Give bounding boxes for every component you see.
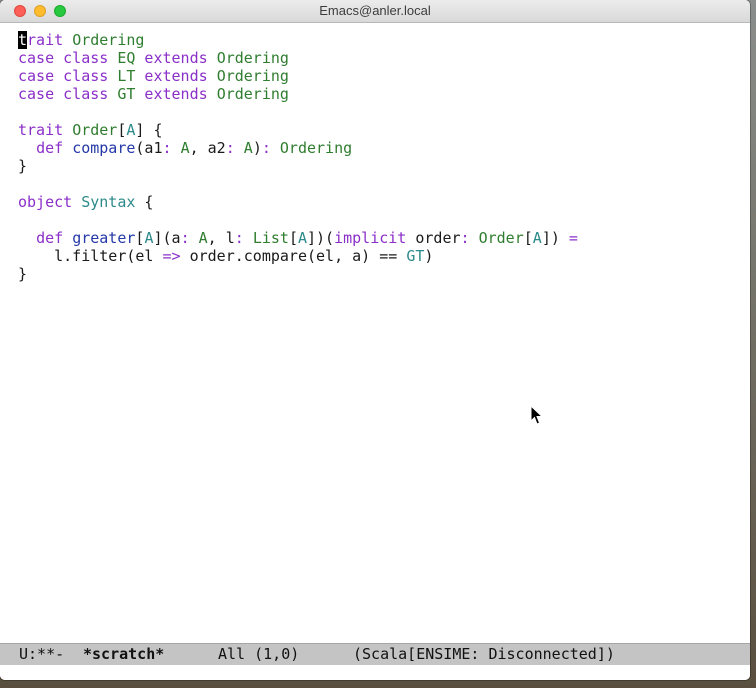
code-text[interactable]: trait Ordering case class EQ extends Orde… (18, 31, 578, 283)
code-token: ])( (307, 229, 335, 247)
code-token: = (568, 229, 578, 247)
code-token: case class (18, 85, 118, 103)
code-token: ]) (541, 229, 569, 247)
code-token: greater (72, 229, 136, 247)
code-line[interactable] (18, 211, 578, 229)
code-token: Syntax (81, 193, 136, 211)
code-token: EQ (117, 49, 136, 67)
code-token: case class (18, 67, 118, 85)
code-token: def (36, 139, 73, 157)
code-token: : (225, 139, 244, 157)
code-line[interactable]: l.filter(el => order.compare(el, a) == G… (18, 247, 578, 265)
code-token: A (243, 139, 253, 157)
code-token: Ordering (216, 49, 289, 67)
code-token: [ (288, 229, 298, 247)
code-line[interactable]: } (18, 265, 578, 283)
code-token: extends (135, 67, 217, 85)
code-token: trait (18, 121, 73, 139)
editor-buffer[interactable]: trait Ordering case class EQ extends Orde… (0, 23, 750, 643)
code-line[interactable] (18, 175, 578, 193)
code-token: List (252, 229, 289, 247)
code-token: ) (252, 139, 262, 157)
code-line[interactable]: object Syntax { (18, 193, 578, 211)
code-token: extends (135, 49, 217, 67)
code-token: A (198, 229, 208, 247)
code-token: , a2 (189, 139, 226, 157)
major-mode[interactable]: (Scala[ENSIME: Disconnected]) (353, 644, 615, 665)
code-token: Ordering (72, 31, 145, 49)
code-token: ) (424, 247, 434, 265)
code-token: A (297, 229, 307, 247)
code-token: GT (117, 85, 136, 103)
code-token: , l (207, 229, 235, 247)
code-token: object (18, 193, 82, 211)
code-token: def (36, 229, 73, 247)
code-token: Order (72, 121, 118, 139)
window-title: Emacs@anler.local (319, 3, 431, 18)
code-line[interactable]: trait Order[A] { (18, 121, 578, 139)
code-token: rait (27, 31, 73, 49)
code-token: compare (72, 139, 136, 157)
code-token: GT (406, 247, 425, 265)
code-token: ](a (153, 229, 181, 247)
cursor-position: All (1,0) (218, 645, 300, 663)
code-line[interactable]: case class LT extends Ordering (18, 67, 578, 85)
code-token: A (180, 139, 190, 157)
code-token: { (135, 193, 154, 211)
code-token: (a1 (135, 139, 163, 157)
emacs-window: Emacs@anler.local trait Ordering case cla… (0, 0, 750, 680)
buffer-status: U:**- (19, 645, 65, 663)
buffer-name[interactable]: *scratch* (83, 644, 164, 665)
code-token: : (180, 229, 199, 247)
code-token: order.compare(el, a) == (180, 247, 407, 265)
code-line[interactable]: def greater[A](a: A, l: List[A])(implici… (18, 229, 578, 247)
code-token: Ordering (279, 139, 353, 157)
mode-line[interactable]: U:**- *scratch* All (1,0) (Scala[ENSIME:… (0, 643, 750, 666)
code-line[interactable]: } (18, 157, 578, 175)
code-token: : (162, 139, 181, 157)
code-token: extends (135, 85, 217, 103)
code-token: A (532, 229, 542, 247)
code-token: : (460, 229, 479, 247)
code-token: : (234, 229, 253, 247)
code-token: } (18, 265, 28, 283)
code-token: } (18, 157, 28, 175)
code-token: implicit (334, 229, 416, 247)
code-token: ] { (135, 121, 163, 139)
code-token: l.filter(el (18, 247, 163, 265)
code-token: case class (18, 49, 118, 67)
mouse-pointer-icon (530, 405, 544, 425)
title-bar[interactable]: Emacs@anler.local (0, 0, 750, 23)
code-line[interactable]: case class GT extends Ordering (18, 85, 578, 103)
code-token: [ (523, 229, 533, 247)
echo-area[interactable] (0, 665, 750, 680)
code-line[interactable] (18, 103, 578, 121)
code-token: Ordering (216, 85, 289, 103)
code-token: : (261, 139, 280, 157)
code-token: Order (478, 229, 524, 247)
code-token: Ordering (216, 67, 289, 85)
code-line[interactable]: trait Ordering (18, 31, 578, 49)
code-token: LT (117, 67, 136, 85)
text-cursor: t (18, 31, 28, 49)
code-line[interactable]: def compare(a1: A, a2: A): Ordering (18, 139, 578, 157)
code-token: order (415, 229, 461, 247)
code-line[interactable]: case class EQ extends Ordering (18, 49, 578, 67)
code-token: => (162, 247, 181, 265)
